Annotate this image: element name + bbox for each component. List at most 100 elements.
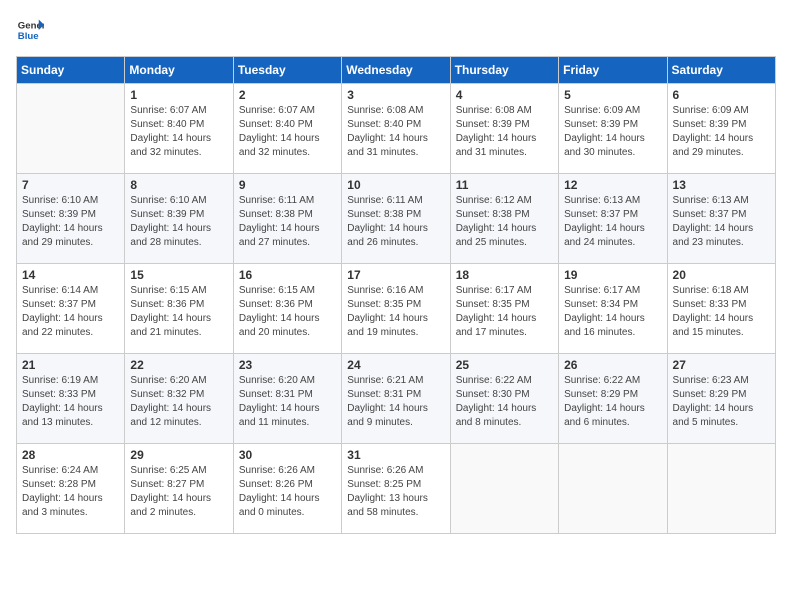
- day-number: 20: [673, 268, 770, 282]
- day-info: Sunrise: 6:25 AM Sunset: 8:27 PM Dayligh…: [130, 464, 227, 520]
- week-row-1: 1 Sunrise: 6:07 AM Sunset: 8:40 PM Daylig…: [17, 84, 776, 174]
- day-info: Sunrise: 6:16 AM Sunset: 8:35 PM Dayligh…: [347, 284, 444, 340]
- day-info: Sunrise: 6:19 AM Sunset: 8:33 PM Dayligh…: [22, 374, 119, 430]
- day-number: 26: [564, 358, 661, 372]
- day-info: Sunrise: 6:24 AM Sunset: 8:28 PM Dayligh…: [22, 464, 119, 520]
- day-number: 31: [347, 448, 444, 462]
- weekday-header-saturday: Saturday: [667, 57, 775, 84]
- day-info: Sunrise: 6:12 AM Sunset: 8:38 PM Dayligh…: [456, 194, 553, 250]
- calendar-cell: 24 Sunrise: 6:21 AM Sunset: 8:31 PM Dayli…: [342, 354, 450, 444]
- calendar-cell: 31Sunrise: 6:26 AM Sunset: 8:25 PM Dayli…: [342, 444, 450, 534]
- day-info: Sunrise: 6:22 AM Sunset: 8:29 PM Dayligh…: [564, 374, 661, 430]
- calendar-cell: 19 Sunrise: 6:17 AM Sunset: 8:34 PM Dayli…: [559, 264, 667, 354]
- calendar-cell: 2Sunrise: 6:07 AM Sunset: 8:40 PM Daylig…: [233, 84, 341, 174]
- day-number: 25: [456, 358, 553, 372]
- calendar-cell: 26 Sunrise: 6:22 AM Sunset: 8:29 PM Dayli…: [559, 354, 667, 444]
- day-info: Sunrise: 6:18 AM Sunset: 8:33 PM Dayligh…: [673, 284, 770, 340]
- day-info: Sunrise: 6:17 AM Sunset: 8:34 PM Dayligh…: [564, 284, 661, 340]
- day-info: Sunrise: 6:20 AM Sunset: 8:31 PM Dayligh…: [239, 374, 336, 430]
- day-info: Sunrise: 6:07 AM Sunset: 8:40 PM Dayligh…: [130, 104, 227, 160]
- day-info: Sunrise: 6:17 AM Sunset: 8:35 PM Dayligh…: [456, 284, 553, 340]
- day-number: 3: [347, 88, 444, 102]
- calendar-cell: 15 Sunrise: 6:15 AM Sunset: 8:36 PM Dayli…: [125, 264, 233, 354]
- day-number: 19: [564, 268, 661, 282]
- day-info: Sunrise: 6:10 AM Sunset: 8:39 PM Dayligh…: [130, 194, 227, 250]
- day-number: 23: [239, 358, 336, 372]
- calendar-cell: [450, 444, 558, 534]
- svg-text:Blue: Blue: [18, 31, 39, 42]
- day-number: 13: [673, 178, 770, 192]
- calendar-cell: 3 Sunrise: 6:08 AM Sunset: 8:40 PM Daylig…: [342, 84, 450, 174]
- calendar-cell: 10Sunrise: 6:11 AM Sunset: 8:38 PM Dayli…: [342, 174, 450, 264]
- calendar-cell: 11 Sunrise: 6:12 AM Sunset: 8:38 PM Dayli…: [450, 174, 558, 264]
- calendar-cell: [559, 444, 667, 534]
- calendar-cell: 4 Sunrise: 6:08 AM Sunset: 8:39 PM Daylig…: [450, 84, 558, 174]
- day-number: 14: [22, 268, 119, 282]
- calendar-cell: 6Sunrise: 6:09 AM Sunset: 8:39 PM Daylig…: [667, 84, 775, 174]
- day-number: 9: [239, 178, 336, 192]
- calendar-table: SundayMondayTuesdayWednesdayThursdayFrid…: [16, 56, 776, 534]
- weekday-header-friday: Friday: [559, 57, 667, 84]
- calendar-cell: 9 Sunrise: 6:11 AM Sunset: 8:38 PM Daylig…: [233, 174, 341, 264]
- day-number: 29: [130, 448, 227, 462]
- weekday-header-monday: Monday: [125, 57, 233, 84]
- weekday-header-sunday: Sunday: [17, 57, 125, 84]
- day-info: Sunrise: 6:13 AM Sunset: 8:37 PM Dayligh…: [673, 194, 770, 250]
- weekday-header-thursday: Thursday: [450, 57, 558, 84]
- day-number: 1: [130, 88, 227, 102]
- day-info: Sunrise: 6:23 AM Sunset: 8:29 PM Dayligh…: [673, 374, 770, 430]
- calendar-cell: 27 Sunrise: 6:23 AM Sunset: 8:29 PM Dayli…: [667, 354, 775, 444]
- calendar-cell: 28 Sunrise: 6:24 AM Sunset: 8:28 PM Dayli…: [17, 444, 125, 534]
- day-info: Sunrise: 6:07 AM Sunset: 8:40 PM Dayligh…: [239, 104, 336, 160]
- calendar-cell: 25 Sunrise: 6:22 AM Sunset: 8:30 PM Dayli…: [450, 354, 558, 444]
- day-number: 7: [22, 178, 119, 192]
- day-number: 17: [347, 268, 444, 282]
- day-number: 18: [456, 268, 553, 282]
- calendar-cell: 1 Sunrise: 6:07 AM Sunset: 8:40 PM Daylig…: [125, 84, 233, 174]
- day-info: Sunrise: 6:13 AM Sunset: 8:37 PM Dayligh…: [564, 194, 661, 250]
- day-info: Sunrise: 6:09 AM Sunset: 8:39 PM Dayligh…: [564, 104, 661, 160]
- day-info: Sunrise: 6:20 AM Sunset: 8:32 PM Dayligh…: [130, 374, 227, 430]
- weekday-header-wednesday: Wednesday: [342, 57, 450, 84]
- day-number: 11: [456, 178, 553, 192]
- day-number: 6: [673, 88, 770, 102]
- day-number: 24: [347, 358, 444, 372]
- calendar-cell: 20 Sunrise: 6:18 AM Sunset: 8:33 PM Dayli…: [667, 264, 775, 354]
- calendar-cell: 14Sunrise: 6:14 AM Sunset: 8:37 PM Dayli…: [17, 264, 125, 354]
- day-number: 27: [673, 358, 770, 372]
- day-number: 22: [130, 358, 227, 372]
- calendar-cell: [667, 444, 775, 534]
- day-number: 4: [456, 88, 553, 102]
- day-number: 16: [239, 268, 336, 282]
- day-number: 21: [22, 358, 119, 372]
- day-info: Sunrise: 6:22 AM Sunset: 8:30 PM Dayligh…: [456, 374, 553, 430]
- calendar-cell: 7Sunrise: 6:10 AM Sunset: 8:39 PM Daylig…: [17, 174, 125, 264]
- day-number: 30: [239, 448, 336, 462]
- week-row-2: 7 Sunrise: 6:10 AM Sunset: 8:39 PM Daylig…: [17, 174, 776, 264]
- week-row-4: 21 Sunrise: 6:19 AM Sunset: 8:33 PM Dayli…: [17, 354, 776, 444]
- day-info: Sunrise: 6:11 AM Sunset: 8:38 PM Dayligh…: [347, 194, 444, 250]
- day-number: 28: [22, 448, 119, 462]
- day-info: Sunrise: 6:15 AM Sunset: 8:36 PM Dayligh…: [130, 284, 227, 340]
- calendar-cell: 8 Sunrise: 6:10 AM Sunset: 8:39 PM Daylig…: [125, 174, 233, 264]
- day-info: Sunrise: 6:08 AM Sunset: 8:39 PM Dayligh…: [456, 104, 553, 160]
- day-info: Sunrise: 6:11 AM Sunset: 8:38 PM Dayligh…: [239, 194, 336, 250]
- calendar-cell: 21 Sunrise: 6:19 AM Sunset: 8:33 PM Dayli…: [17, 354, 125, 444]
- calendar-cell: 18 Sunrise: 6:17 AM Sunset: 8:35 PM Dayli…: [450, 264, 558, 354]
- day-info: Sunrise: 6:21 AM Sunset: 8:31 PM Dayligh…: [347, 374, 444, 430]
- day-info: Sunrise: 6:15 AM Sunset: 8:36 PM Dayligh…: [239, 284, 336, 340]
- week-row-3: 14Sunrise: 6:14 AM Sunset: 8:37 PM Dayli…: [17, 264, 776, 354]
- calendar-cell: 13 Sunrise: 6:13 AM Sunset: 8:37 PM Dayli…: [667, 174, 775, 264]
- calendar-cell: 22 Sunrise: 6:20 AM Sunset: 8:32 PM Dayli…: [125, 354, 233, 444]
- day-number: 15: [130, 268, 227, 282]
- day-number: 12: [564, 178, 661, 192]
- day-number: 8: [130, 178, 227, 192]
- day-info: Sunrise: 6:08 AM Sunset: 8:40 PM Dayligh…: [347, 104, 444, 160]
- calendar-cell: [17, 84, 125, 174]
- calendar-cell: 5Sunrise: 6:09 AM Sunset: 8:39 PM Daylig…: [559, 84, 667, 174]
- calendar-cell: 23 Sunrise: 6:20 AM Sunset: 8:31 PM Dayli…: [233, 354, 341, 444]
- calendar-cell: 16 Sunrise: 6:15 AM Sunset: 8:36 PM Dayli…: [233, 264, 341, 354]
- calendar-body: 1 Sunrise: 6:07 AM Sunset: 8:40 PM Daylig…: [17, 84, 776, 534]
- weekday-header-tuesday: Tuesday: [233, 57, 341, 84]
- calendar-cell: 17 Sunrise: 6:16 AM Sunset: 8:35 PM Dayli…: [342, 264, 450, 354]
